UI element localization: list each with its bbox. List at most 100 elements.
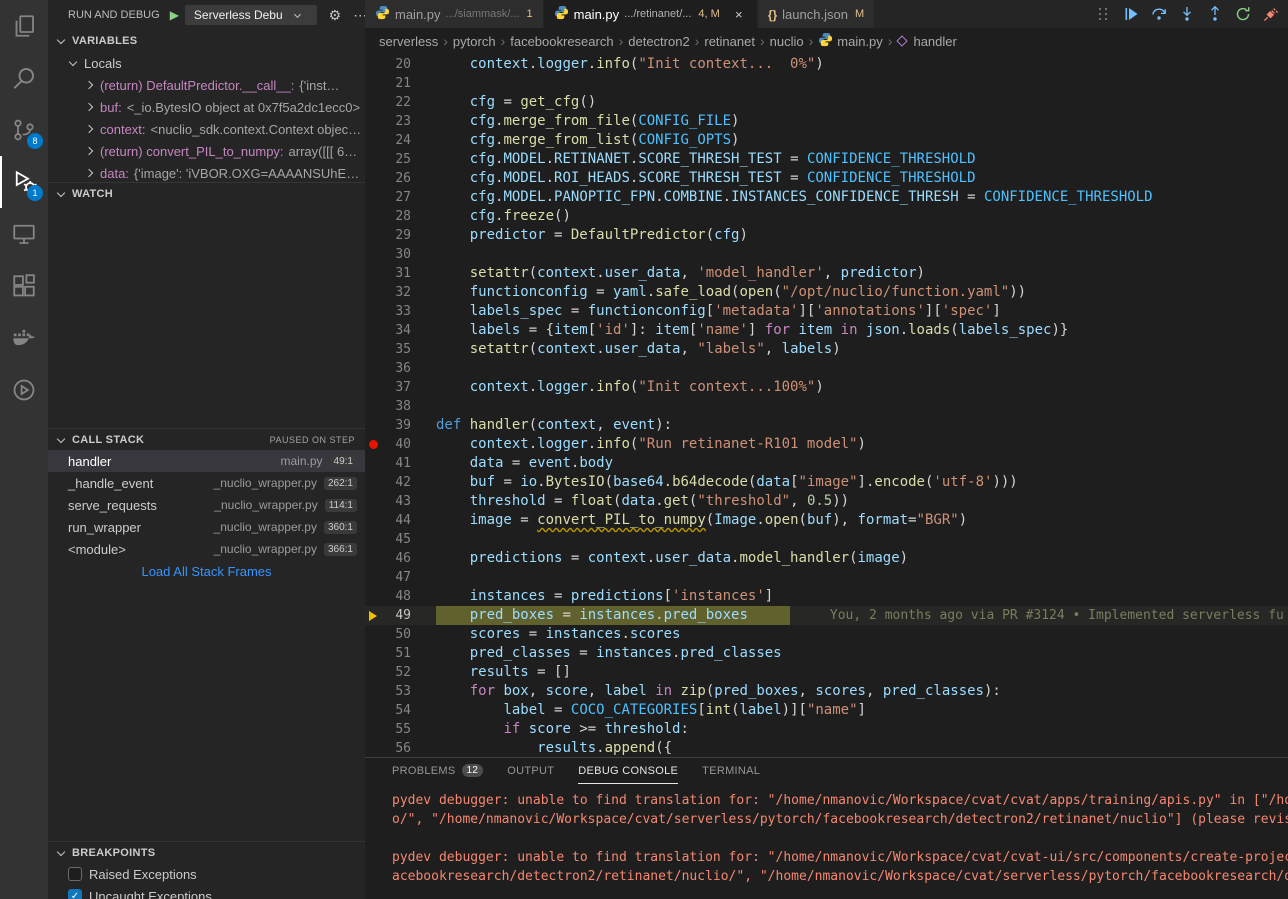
close-icon[interactable]: × <box>731 7 747 22</box>
breadcrumb-item[interactable]: serverless <box>379 34 438 49</box>
code-line[interactable]: 35 setattr(context.user_data, "labels", … <box>365 340 1288 359</box>
line-gutter[interactable]: 25 <box>365 150 411 169</box>
line-gutter[interactable]: 34 <box>365 321 411 340</box>
step-out-button[interactable] <box>1204 3 1226 25</box>
breakpoint-icon[interactable] <box>365 440 381 449</box>
stack-frame-row[interactable]: <module>_nuclio_wrapper.py366:1 <box>48 538 365 560</box>
variable-row[interactable]: (return) DefaultPredictor.__call__:{'ins… <box>48 74 365 96</box>
activity-item-run-debug[interactable]: 1 <box>0 156 48 208</box>
continue-button[interactable] <box>1120 3 1142 25</box>
code-line[interactable]: 21 <box>365 74 1288 93</box>
editor-tab[interactable]: {}launch.jsonM <box>758 0 875 28</box>
code-line[interactable]: 40 context.logger.info("Run retinanet-R1… <box>365 435 1288 454</box>
activity-item-source-control[interactable]: 8 <box>0 104 48 156</box>
line-gutter[interactable]: 41 <box>365 454 411 473</box>
line-gutter[interactable]: 46 <box>365 549 411 568</box>
line-gutter[interactable]: 56 <box>365 739 411 757</box>
breadcrumb-item[interactable]: nuclio <box>770 34 804 49</box>
line-gutter[interactable]: 50 <box>365 625 411 644</box>
breadcrumb-item[interactable]: detectron2 <box>628 34 689 49</box>
line-gutter[interactable]: 31 <box>365 264 411 283</box>
step-into-button[interactable] <box>1176 3 1198 25</box>
stack-frame-row[interactable]: run_wrapper_nuclio_wrapper.py360:1 <box>48 516 365 538</box>
line-gutter[interactable]: 32 <box>365 283 411 302</box>
code-line[interactable]: 32 functionconfig = yaml.safe_load(open(… <box>365 283 1288 302</box>
activity-item-run-circle[interactable] <box>0 364 48 416</box>
line-gutter[interactable]: 20 <box>365 55 411 74</box>
code-line[interactable]: 34 labels = {item['id']: item['name'] fo… <box>365 321 1288 340</box>
activity-item-docker[interactable] <box>0 312 48 364</box>
activity-item-remote-explorer[interactable] <box>0 208 48 260</box>
call-stack-section-header[interactable]: CALL STACK PAUSED ON STEP <box>48 428 365 450</box>
line-gutter[interactable]: 53 <box>365 682 411 701</box>
code-line[interactable]: 43 threshold = float(data.get("threshold… <box>365 492 1288 511</box>
stack-frame-row[interactable]: serve_requests_nuclio_wrapper.py114:1 <box>48 494 365 516</box>
line-gutter[interactable]: 30 <box>365 245 411 264</box>
activity-item-explorer[interactable] <box>0 0 48 52</box>
code-line[interactable]: 49 pred_boxes = instances.pred_boxesYou,… <box>365 606 1288 625</box>
start-debugging-button[interactable]: ▶ <box>170 8 179 22</box>
editor-tab[interactable]: main.py.../siammask/...1 <box>365 0 544 28</box>
code-line[interactable]: 37 context.logger.info("Init context...1… <box>365 378 1288 397</box>
breadcrumb-item[interactable]: main.py <box>818 32 883 50</box>
activity-item-search[interactable] <box>0 52 48 104</box>
code-line[interactable]: 50 scores = instances.scores <box>365 625 1288 644</box>
editor-tab[interactable]: main.py.../retinanet/...4, M× <box>544 0 758 28</box>
line-gutter[interactable]: 47 <box>365 568 411 587</box>
checkbox-checked[interactable]: ✓ <box>68 889 82 899</box>
debug-console-output[interactable]: pydev debugger: unable to find translati… <box>365 784 1288 899</box>
code-line[interactable]: 46 predictions = context.user_data.model… <box>365 549 1288 568</box>
line-gutter[interactable]: 21 <box>365 74 411 93</box>
code-line[interactable]: 39def handler(context, event): <box>365 416 1288 435</box>
code-line[interactable]: 55 if score >= threshold: <box>365 720 1288 739</box>
activity-item-extensions[interactable] <box>0 260 48 312</box>
line-gutter[interactable]: 51 <box>365 644 411 663</box>
line-gutter[interactable]: 23 <box>365 112 411 131</box>
code-line[interactable]: 45 <box>365 530 1288 549</box>
line-gutter[interactable]: 35 <box>365 340 411 359</box>
code-line[interactable]: 36 <box>365 359 1288 378</box>
breadcrumb-item[interactable]: handler <box>897 34 956 49</box>
breadcrumb-item[interactable]: pytorch <box>453 34 496 49</box>
line-gutter[interactable]: 54 <box>365 701 411 720</box>
line-gutter[interactable]: 36 <box>365 359 411 378</box>
variables-scope-locals[interactable]: Locals <box>48 52 365 74</box>
code-line[interactable]: 54 label = COCO_CATEGORIES[int(label)]["… <box>365 701 1288 720</box>
line-gutter[interactable]: 49 <box>365 606 411 625</box>
code-line[interactable]: 48 instances = predictions['instances'] <box>365 587 1288 606</box>
variable-row[interactable]: (return) convert_PIL_to_numpy:array([[[ … <box>48 140 365 162</box>
panel-tab-terminal[interactable]: TERMINAL <box>702 758 760 784</box>
load-all-stack-frames-link[interactable]: Load All Stack Frames <box>48 560 365 582</box>
line-gutter[interactable]: 39 <box>365 416 411 435</box>
settings-gear-icon[interactable]: ⚙ <box>329 7 342 24</box>
line-gutter[interactable]: 42 <box>365 473 411 492</box>
line-gutter[interactable]: 48 <box>365 587 411 606</box>
line-gutter[interactable]: 38 <box>365 397 411 416</box>
line-gutter[interactable]: 55 <box>365 720 411 739</box>
code-line[interactable]: 52 results = [] <box>365 663 1288 682</box>
code-line[interactable]: 41 data = event.body <box>365 454 1288 473</box>
variable-row[interactable]: buf:<_io.BytesIO object at 0x7f5a2dc1ecc… <box>48 96 365 118</box>
breakpoints-section-header[interactable]: BREAKPOINTS <box>48 841 365 863</box>
line-gutter[interactable]: 29 <box>365 226 411 245</box>
code-line[interactable]: 29 predictor = DefaultPredictor(cfg) <box>365 226 1288 245</box>
more-actions-icon[interactable]: ⋯ <box>353 7 365 24</box>
watch-section-header[interactable]: WATCH <box>48 182 365 204</box>
code-line[interactable]: 31 setattr(context.user_data, 'model_han… <box>365 264 1288 283</box>
code-line[interactable]: 20 context.logger.info("Init context... … <box>365 55 1288 74</box>
variable-row[interactable]: data:{'image': 'iVBOR.OXG=AAAANSUhE… <box>48 162 365 182</box>
restart-button[interactable] <box>1232 3 1254 25</box>
code-line[interactable]: 53 for box, score, label in zip(pred_box… <box>365 682 1288 701</box>
code-line[interactable]: 27 cfg.MODEL.PANOPTIC_FPN.COMBINE.INSTAN… <box>365 188 1288 207</box>
code-line[interactable]: 42 buf = io.BytesIO(base64.b64decode(dat… <box>365 473 1288 492</box>
current-frame-arrow-icon[interactable] <box>365 611 381 621</box>
code-line[interactable]: 51 pred_classes = instances.pred_classes <box>365 644 1288 663</box>
breakpoint-row[interactable]: Raised Exceptions <box>48 863 365 885</box>
disconnect-button[interactable] <box>1260 3 1282 25</box>
code-line[interactable]: 25 cfg.MODEL.RETINANET.SCORE_THRESH_TEST… <box>365 150 1288 169</box>
code-line[interactable]: 24 cfg.merge_from_list(CONFIG_OPTS) <box>365 131 1288 150</box>
line-gutter[interactable]: 45 <box>365 530 411 549</box>
breakpoint-row[interactable]: ✓Uncaught Exceptions <box>48 885 365 899</box>
line-gutter[interactable]: 22 <box>365 93 411 112</box>
stack-frame-row[interactable]: handlermain.py49:1 <box>48 450 365 472</box>
